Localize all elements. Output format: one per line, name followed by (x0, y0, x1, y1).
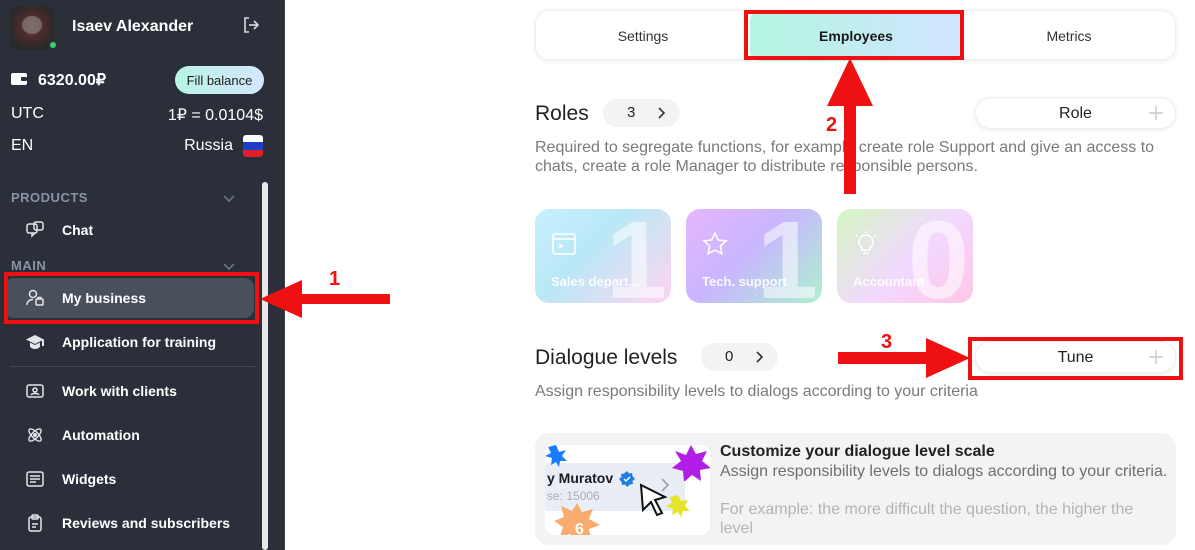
promo-illustration: y Muratov se: 15006 6 (545, 445, 710, 535)
timezone-label[interactable]: UTC (11, 105, 44, 123)
role-card-tech-support[interactable]: 1 Tech. support (686, 209, 822, 303)
graduation-cap-icon (26, 335, 44, 349)
sidebar-item-label: Reviews and subscribers (62, 515, 231, 531)
app-root: Isaev Alexander 6320.00₽ Fill balance UT… (0, 0, 1195, 550)
dialogue-levels-count-pill[interactable]: 0 (701, 343, 778, 371)
plus-icon (1149, 106, 1163, 120)
sidebar-scrollbar[interactable] (262, 182, 268, 550)
timezone-row: UTC 1₽ = 0.0104$ (11, 101, 263, 127)
chat-icon (26, 221, 44, 238)
lightbulb-icon (855, 231, 877, 254)
dialogue-level-promo-card[interactable]: y Muratov se: 15006 6 Customize your dia… (535, 433, 1176, 545)
language-row: EN Russia (11, 133, 263, 159)
russia-flag-icon[interactable] (243, 135, 263, 157)
atom-icon (28, 428, 42, 442)
sidebar-item-chat[interactable]: Chat (4, 210, 254, 250)
chevron-right-icon (658, 107, 666, 119)
user-name: Isaev Alexander (72, 18, 194, 35)
roles-title: Roles (535, 102, 589, 125)
annotation-number-2: 2 (826, 114, 838, 136)
roles-count-pill[interactable]: 3 (603, 99, 680, 127)
promo-example: For example: the more difficult the ques… (720, 501, 1134, 537)
tab-metrics[interactable]: Metrics (962, 11, 1176, 61)
annotation-number-1: 1 (329, 268, 341, 290)
sidebar-divider (10, 366, 255, 367)
user-profile[interactable]: Isaev Alexander (10, 6, 275, 50)
balance-row: 6320.00₽ Fill balance (11, 66, 264, 94)
tab-settings[interactable]: Settings (536, 11, 750, 61)
dialogue-levels-description: Assign responsibility levels to dialogs … (535, 383, 978, 400)
role-name: Accountant (853, 274, 925, 289)
sidebar-item-widgets[interactable]: Widgets (4, 459, 254, 499)
dialogue-levels-count: 0 (725, 348, 734, 365)
chevron-right-icon (756, 351, 764, 363)
role-card-accountant[interactable]: 0 Accountant (837, 209, 973, 303)
contact-card-icon (26, 384, 44, 398)
preview-name: y Muratov (547, 470, 614, 486)
roles-count: 3 (627, 104, 636, 121)
chevron-right-icon (661, 478, 670, 492)
annotation-box-employees (744, 10, 964, 60)
language-label[interactable]: EN (11, 137, 33, 155)
blue-burst-icon (545, 445, 567, 467)
sidebar-item-label: Automation (62, 427, 140, 443)
role-name: Tech. support (702, 274, 787, 289)
promo-text: Assign responsibility levels to dialogs … (720, 463, 1168, 480)
add-role-label: Role (1059, 105, 1092, 122)
chevron-down-icon[interactable] (222, 192, 236, 206)
online-status-indicator (48, 40, 58, 50)
terminal-window-icon (552, 233, 576, 255)
annotation-arrow-right (838, 338, 970, 378)
annotation-arrow-left (260, 280, 390, 318)
sidebar-item-label: Application for training (62, 334, 216, 350)
main-section-title[interactable]: MAIN (11, 258, 46, 273)
sidebar-item-label: Work with clients (62, 383, 177, 399)
sidebar-item-label: Widgets (62, 471, 117, 487)
sidebar-item-application-for-training[interactable]: Application for training (4, 322, 254, 362)
sidebar-item-reviews-and-subscribers[interactable]: Reviews and subscribers (4, 503, 254, 543)
verified-badge-icon (619, 471, 635, 487)
annotation-number-3: 3 (881, 331, 893, 353)
sidebar-item-automation[interactable]: Automation (4, 415, 254, 455)
balance-amount: 6320.00₽ (38, 72, 107, 89)
role-name: Sales depart... (551, 274, 640, 289)
add-role-button[interactable]: Role (975, 97, 1176, 129)
currency-rate: 1₽ = 0.0104$ (167, 107, 263, 124)
purple-burst-icon (672, 445, 710, 481)
clipboard-icon (28, 514, 42, 532)
wallet-icon (11, 73, 27, 85)
products-section-title[interactable]: PRODUCTS (11, 190, 88, 205)
sidebar-item-work-with-clients[interactable]: Work with clients (4, 371, 254, 411)
promo-title: Customize your dialogue level scale (720, 443, 995, 460)
logout-icon[interactable] (242, 16, 260, 34)
dialogue-levels-title: Dialogue levels (535, 346, 678, 369)
annotation-box-tune (968, 337, 1183, 380)
fill-balance-button[interactable]: Fill balance (175, 66, 264, 94)
role-card-sales[interactable]: 1 Sales depart... (535, 209, 671, 303)
country-label[interactable]: Russia (184, 137, 233, 155)
annotation-box-my-business (4, 272, 259, 324)
star-icon (702, 231, 728, 256)
preview-badge: 6 (575, 521, 584, 535)
preview-sub: se: 15006 (547, 489, 600, 503)
widget-list-icon (26, 471, 44, 487)
sidebar-item-label: Chat (62, 222, 94, 238)
